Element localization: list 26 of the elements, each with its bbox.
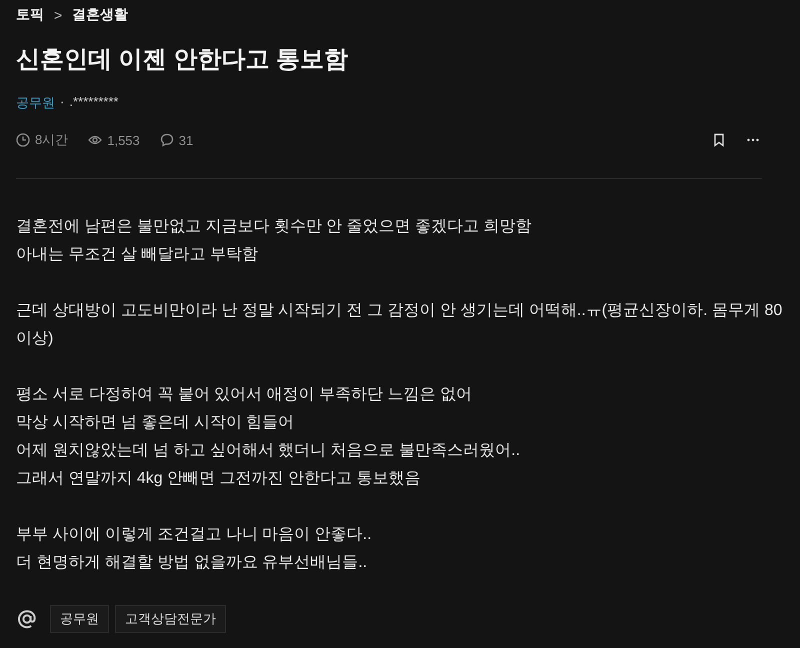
clock-icon [16, 133, 30, 147]
view-count: 1,553 [107, 132, 140, 148]
comment-icon [160, 133, 174, 147]
body-text: 더 현명하게 해결할 방법 없을까요 유부선배님들.. [16, 553, 368, 573]
breadcrumb-link[interactable]: 결혼생활 [72, 6, 128, 24]
author-name: .********* [69, 94, 118, 111]
tag-chip[interactable]: 고객상담전문가 [115, 605, 226, 633]
bookmark-icon[interactable] [712, 133, 726, 147]
author-separator: · [60, 94, 64, 111]
author-job[interactable]: 공무원 [16, 94, 55, 112]
comment-count: 31 [178, 132, 194, 148]
breadcrumb-link[interactable]: 토픽 [16, 6, 44, 24]
body-text: 부부 사이에 이렇게 조건걸고 나니 마음이 안좋다.. [16, 525, 373, 545]
post-title: 신혼인데 이젠 안한다고 통보함 [16, 45, 350, 75]
body-text: 아내는 무조건 살 빼달라고 부탁함 [16, 245, 259, 265]
at-sign-icon [16, 608, 38, 630]
body-text: 막상 시작하면 넘 좋은데 시작이 힘들어 [16, 413, 296, 433]
tag-chip[interactable]: 공무원 [50, 605, 109, 633]
body-text: 어제 원치않았는데 넘 하고 싶어해서 했더니 처음으로 불만족스러웠어.. [16, 441, 522, 461]
eye-icon [88, 133, 102, 147]
post-time: 8시간 [35, 131, 68, 149]
breadcrumb-separator: > [54, 7, 62, 23]
body-text: 그래서 연말까지 4kg 안빼면 그전까진 안한다고 통보했음 [16, 469, 422, 489]
body-text: 결혼전에 남편은 불만없고 지금보다 횟수만 안 줄었으면 좋겠다고 희망함 [16, 217, 533, 237]
body-text: 평소 서로 다정하여 꼭 붙어 있어서 애정이 부족하단 느낌은 없어 [16, 385, 474, 405]
body-text: 근데 상대방이 고도비만이라 난 정말 시작되기 전 그 감정이 안 생기는데 어떡해..ㅠ(평균신장이하. 몸무게 80이상) [16, 301, 784, 349]
